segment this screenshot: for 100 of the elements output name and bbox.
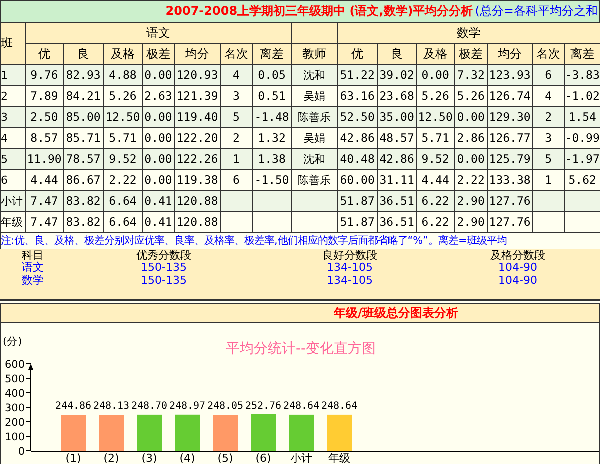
table-cell: 6.64 [104,212,142,232]
table-cell: 121.39 [174,86,220,106]
table-cell: 3 [0,106,26,128]
axis-label: (分) [3,336,22,348]
table-cell: 7.32 [454,64,488,86]
table-cell: 9.52 [104,148,142,170]
table-cell: 2.50 [26,106,64,128]
table-cell: 2 [220,128,252,148]
table-cell: 0.05 [252,64,292,86]
table-cell: 126.74 [488,86,533,106]
table-cell: 52.50 [338,106,378,128]
table-cell: 119.38 [174,170,220,190]
table-cell: 4.44 [416,170,455,190]
tick-label: 600 [4,359,25,371]
table-cell: 沈和 [292,64,338,86]
table-cell: 吴娟 [292,128,338,148]
table-cell: 1.38 [252,148,292,170]
table-cell: 0.00 [454,148,488,170]
table-cell: 2.86 [454,128,488,148]
header-cell: 及格 [416,44,455,64]
table-cell: -3.83 [564,64,600,86]
tick-label: 100 [4,432,25,444]
header-cell: 名次 [220,44,252,64]
score-range: 150-135 [141,261,187,274]
table-cell: 4.88 [104,64,142,86]
value-label: 248.13 [93,401,130,412]
table-cell: 120.88 [174,190,220,212]
score-range: 150-135 [141,274,187,287]
table-cell: 83.82 [64,212,104,232]
table-cell: 吴娟 [292,86,338,106]
table-cell: -0.99 [564,128,600,148]
value-label: 248.70 [131,401,168,412]
value-label: 248.05 [207,401,244,412]
table-cell: 4 [220,64,252,86]
range-header: 及格分数段 [490,248,546,262]
table-cell: -1.97 [564,148,600,170]
header-cell: 均分 [174,44,220,64]
table-cell: 9.52 [416,148,455,170]
table-cell: 5.71 [416,128,455,148]
table-cell: -1.02 [564,86,600,106]
table-cell: 7.47 [26,212,64,232]
table-cell: -1.48 [252,106,292,128]
category-label: (2) [104,452,120,464]
table-cell: 4 [0,128,26,148]
category-label: (3) [142,452,158,464]
table-cell: 6.22 [416,190,455,212]
table-cell: 1.54 [564,106,600,128]
table-cell: 0.41 [142,212,174,232]
header-cell: 语文 [26,22,292,44]
table-cell: 42.86 [338,128,378,148]
header-cell: 离差 [564,44,600,64]
range-header: 优秀分数段 [136,248,192,262]
table-cell: 沈和 [292,148,338,170]
score-range: 104-90 [498,261,538,274]
section-title: 年级/班级总分图表分析 [334,304,458,322]
table-cell: 4 [532,86,565,106]
score-range: 104-90 [498,274,538,287]
table-cell: 133.38 [488,170,533,190]
value-label: 252.76 [245,401,282,412]
table-cell: 6.22 [416,212,455,232]
table-cell: 陈善乐 [292,106,338,128]
table-cell: 123.93 [488,64,533,86]
table-cell: 0.00 [142,148,174,170]
table-cell: 36.51 [378,190,417,212]
value-label: 244.86 [55,401,92,412]
table-cell: 48.57 [378,128,417,148]
table-cell: 2.22 [454,170,488,190]
table-cell: 5 [532,148,565,170]
header-cell: 名次 [532,44,565,64]
range-header: 科目 [22,248,44,262]
subject-label: 语文 [22,260,44,275]
table-cell: 36.51 [378,212,417,232]
table-cell: 122.20 [174,128,220,148]
table-cell: 83.82 [64,190,104,212]
table-cell: 60.00 [338,170,378,190]
table-cell: 1 [220,148,252,170]
table-cell: 0.00 [142,106,174,128]
table-cell: 3 [220,86,252,106]
table-cell: 2.22 [104,170,142,190]
header-cell: 及格 [104,44,142,64]
table-cell: 2 [532,106,565,128]
category-label: 年级 [328,452,350,464]
table-cell: 6 [0,170,26,190]
table-cell: 85.71 [64,128,104,148]
score-range: 134-105 [327,261,373,274]
tick-label: 500 [4,374,25,386]
table-cell: 35.00 [378,106,417,128]
table-cell: 5 [0,148,26,170]
table-cell: 51.22 [338,64,378,86]
chart-title: 平均分统计--变化直方图 [226,341,376,357]
header-cell: 数学 [338,22,600,44]
table-cell: 84.21 [64,86,104,106]
table-cell: 1.32 [252,128,292,148]
header-cell: 离差 [252,44,292,64]
tick-label: 400 [4,388,25,400]
range-header: 良好分数段 [322,248,378,262]
table-cell: 127.76 [488,190,533,212]
table-cell: 126.77 [488,128,533,148]
table-cell: 0.00 [142,170,174,190]
report-title: 2007-2008上学期初三年级期中 (语文,数学)平均分分析 [166,3,474,20]
